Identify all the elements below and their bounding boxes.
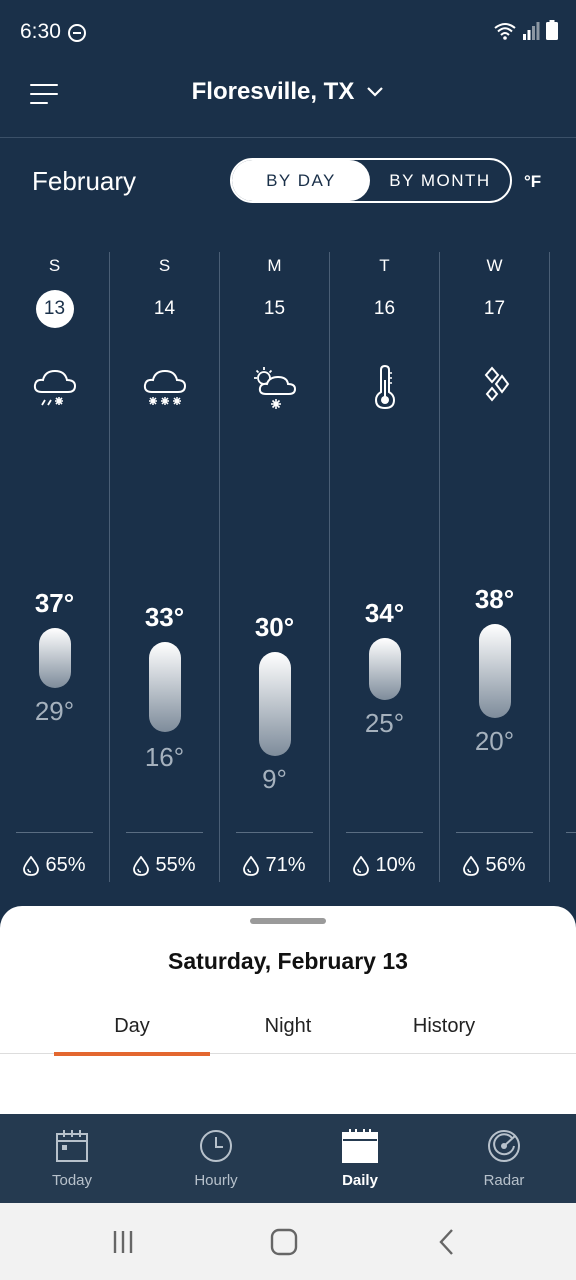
nav-label: Today [51,1172,93,1189]
raindrop-icon [23,855,40,876]
day-of-week: W [486,256,503,275]
clock-icon [200,1130,232,1162]
raindrop-icon [463,855,480,876]
do-not-disturb-icon [68,24,86,42]
low-temperature: 29° [34,696,75,726]
precipitation: 10% [330,854,439,877]
tab-day[interactable]: Day [54,998,210,1056]
day-date: 15 [263,298,286,319]
divider [456,832,533,833]
nav-radar[interactable]: Radar [432,1114,576,1203]
calendar-day-icon [56,1130,88,1162]
by-day-button[interactable]: BY DAY [232,160,370,201]
ice-crystals-icon [484,366,509,402]
nav-label: Daily [342,1172,378,1189]
app-header: Floresville, TX [0,64,576,138]
temperature-range-bar [38,628,71,688]
system-navigation-bar [0,1203,576,1280]
daily-forecast-list: S 13 37° 29° 65% S 14 33° 16° 55% M 15 3… [0,252,576,882]
signal-icon [523,22,540,40]
day-of-week: S [48,256,61,275]
day-column[interactable]: M 15 30° 9° 71% [220,252,330,882]
calendar-icon [342,1129,378,1163]
location-selector[interactable]: Floresville, TX [0,78,576,106]
day-date: 13 [35,290,74,328]
recent-apps-icon[interactable] [108,1227,138,1257]
day-of-week: T [379,256,390,275]
high-temperature: 34° [364,598,405,628]
day-column[interactable]: W 17 38° 20° 56% [440,252,550,882]
day-date: 17 [483,298,506,319]
thermometer-cold-icon [374,364,395,410]
status-bar: 6:30 [0,0,576,64]
sheet-drag-handle[interactable] [250,918,326,924]
day-of-week: M [267,256,282,275]
precipitation-value: 65% [45,854,86,876]
precipitation-value: 55% [155,854,196,876]
precipitation: 56% [440,854,549,877]
home-icon[interactable] [269,1227,299,1257]
tab-night[interactable]: Night [210,998,366,1054]
battery-icon [546,20,558,40]
nav-hourly[interactable]: Hourly [144,1114,288,1203]
status-icons [494,20,558,40]
temperature-range-bar [368,638,401,700]
high-temperature: 37° [34,588,75,618]
temperature-range-bar [148,642,181,732]
high-temperature: 30° [254,612,295,642]
nav-daily[interactable]: Daily [288,1114,432,1203]
bottom-navigation: Today Hourly Daily Radar [0,1114,576,1203]
precipitation-value: 56% [485,854,526,876]
nav-today[interactable]: Today [0,1114,144,1203]
snow-sleet-cloud-icon [33,369,76,406]
day-date: 14 [153,298,176,319]
divider [16,832,93,833]
temperature-range-bar [478,624,511,718]
chevron-down-icon [367,87,384,97]
raindrop-icon [353,855,370,876]
by-month-button[interactable]: BY MONTH [370,160,510,201]
nav-label: Hourly [194,1172,238,1189]
raindrop-icon [243,855,260,876]
sheet-title: Saturday, February 13 [168,948,408,974]
high-temperature: 33° [144,602,185,632]
day-detail-sheet: Saturday, February 13 Day Night History [0,906,576,1114]
day-column[interactable]: S 14 33° 16° 55% [110,252,220,882]
radar-icon [488,1130,520,1162]
precipitation: 65% [0,854,109,877]
low-temperature: 9° [262,764,287,794]
low-temperature: 20° [474,726,515,756]
day-date: 16 [373,298,396,319]
precipitation: 55% [110,854,219,877]
status-time: 6:30 [20,20,61,43]
precipitation: 71% [220,854,329,877]
low-temperature: 16° [144,742,185,772]
nav-label: Radar [483,1172,525,1189]
heavy-snow-cloud-icon [143,369,186,405]
tab-history[interactable]: History [366,998,522,1054]
divider [126,832,203,833]
wifi-icon [494,23,516,40]
low-temperature: 25° [364,708,405,738]
day-column[interactable]: S 13 37° 29° 65% [0,252,110,882]
view-toggle: BY DAY BY MONTH [230,158,512,203]
temperature-unit[interactable]: °F [524,172,541,192]
next-day-column-partial[interactable] [550,252,576,882]
temperature-range-bar [258,652,291,756]
raindrop-icon [133,855,150,876]
precipitation-value: 10% [375,854,416,876]
back-icon[interactable] [432,1227,462,1257]
day-of-week: S [158,256,171,275]
day-column[interactable]: T 16 34° 25° 10% [330,252,440,882]
location-name: Floresville, TX [191,78,355,105]
detail-tabs: Day Night History [0,998,576,1056]
partly-sunny-snow-icon [253,367,296,409]
precipitation-value: 71% [265,854,306,876]
high-temperature: 38° [474,584,515,614]
divider [236,832,313,833]
month-label: February [32,166,137,196]
divider [346,832,423,833]
